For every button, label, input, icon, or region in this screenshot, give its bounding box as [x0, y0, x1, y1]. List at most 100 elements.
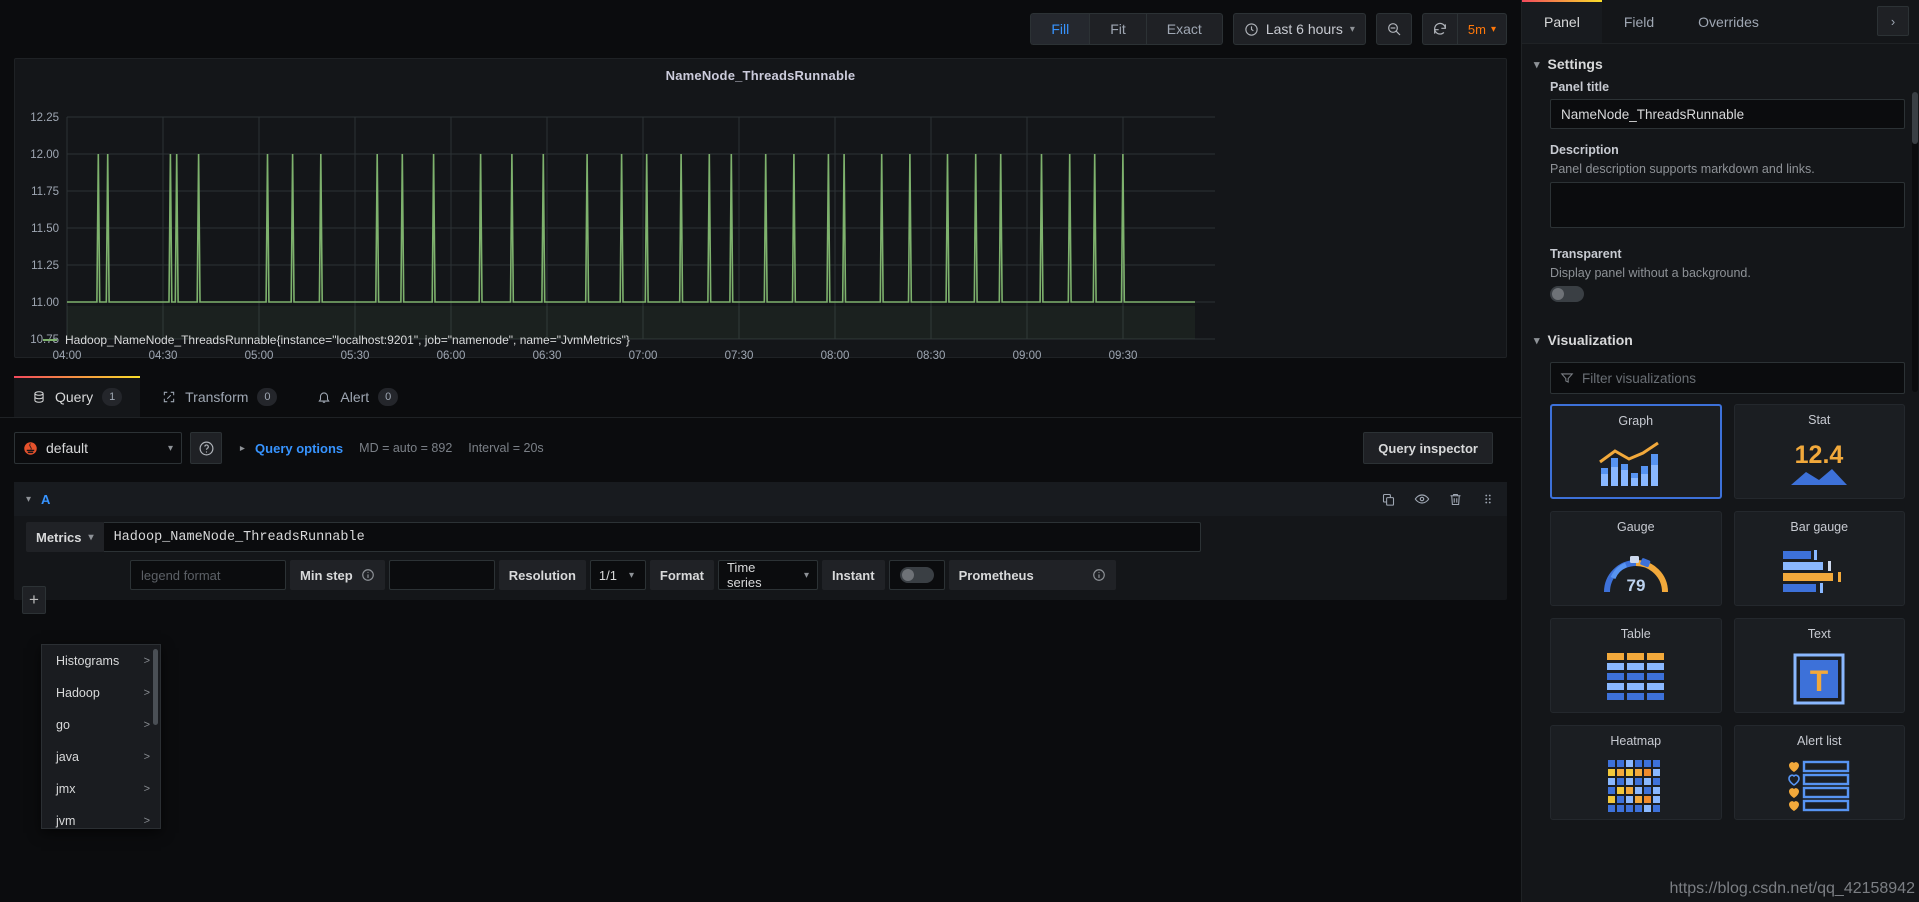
viz-card-alert-list-label: Alert list — [1797, 734, 1842, 748]
plot-area[interactable]: 12.25 12.00 11.75 11.50 11.25 11.00 10.7… — [15, 87, 1506, 362]
visualization-filter[interactable] — [1550, 362, 1905, 394]
panel-title-input[interactable] — [1550, 99, 1905, 129]
tab-overrides[interactable]: Overrides — [1676, 0, 1781, 43]
menu-item-java[interactable]: java > — [42, 741, 160, 773]
resolution-select[interactable]: 1/1 ▾ — [589, 560, 646, 590]
metric-expression-input[interactable] — [103, 522, 1201, 552]
time-range-picker[interactable]: Last 6 hours ▾ — [1232, 13, 1366, 45]
menu-item-hadoop[interactable]: Hadoop > — [42, 677, 160, 709]
visualization-section-header[interactable]: ▾ Visualization — [1522, 320, 1919, 356]
viz-card-table[interactable]: Table — [1550, 618, 1722, 713]
datasource-picker[interactable]: default ▾ — [14, 432, 182, 464]
tab-overrides-label: Overrides — [1698, 13, 1759, 30]
chevron-right-icon: > — [143, 719, 150, 731]
instant-toggle-wrapper[interactable] — [888, 560, 945, 590]
legend-label: Hadoop_NameNode_ThreadsRunnable{instance… — [65, 333, 630, 347]
svg-text:11.25: 11.25 — [31, 260, 59, 272]
min-step-label: Min step — [290, 560, 385, 590]
transform-icon — [162, 390, 176, 404]
add-query-label: + — [29, 590, 39, 609]
query-options-toggle[interactable]: ▾ Query options — [237, 441, 343, 456]
metrics-row: Metrics ▾ — [14, 516, 1507, 552]
stat-art-value: 12.4 — [1795, 441, 1844, 469]
svg-text:06:00: 06:00 — [437, 350, 466, 359]
viz-card-gauge[interactable]: Gauge 79 — [1550, 511, 1722, 606]
filter-icon — [1560, 371, 1574, 385]
add-query-button[interactable]: + — [22, 586, 46, 614]
metrics-dropdown-menu[interactable]: Histograms > Hadoop > go > java > jmx > … — [41, 644, 161, 829]
tab-field[interactable]: Field — [1602, 0, 1676, 43]
refresh-button[interactable] — [1421, 13, 1457, 45]
database-icon — [32, 390, 46, 404]
menu-item-jmx-label: jmx — [56, 782, 76, 796]
fit-mode-fill-label: Fill — [1051, 21, 1070, 37]
transparent-toggle[interactable] — [1550, 286, 1584, 302]
menu-item-histograms[interactable]: Histograms > — [42, 645, 160, 677]
chevron-right-icon: > — [143, 655, 150, 667]
format-text: Format — [659, 567, 704, 583]
viz-card-text[interactable]: Text T — [1733, 618, 1905, 713]
chevron-down-icon: ▾ — [1534, 58, 1540, 71]
tab-alert[interactable]: Alert 0 — [299, 376, 416, 417]
refresh-interval-label: 5m — [1467, 21, 1486, 37]
min-step-text: Min step — [300, 567, 353, 583]
menu-item-jmx[interactable]: jmx > — [42, 773, 160, 805]
zoom-out-button[interactable] — [1375, 13, 1412, 45]
format-select[interactable]: Time series ▾ — [717, 560, 818, 590]
tab-panel[interactable]: Panel — [1522, 0, 1602, 43]
viz-card-graph[interactable]: Graph — [1550, 404, 1722, 499]
viz-card-alert-list[interactable]: Alert list — [1733, 725, 1905, 820]
chevron-right-icon: > — [143, 783, 150, 795]
datasource-row: default ▾ ▾ Query options MD = auto = 89… — [0, 418, 1521, 464]
menu-item-jvm[interactable]: jvm > — [42, 805, 160, 828]
fit-mode-exact[interactable]: Exact — [1145, 13, 1223, 45]
description-textarea[interactable] — [1550, 182, 1905, 228]
menu-item-go[interactable]: go > — [42, 709, 160, 741]
tab-query[interactable]: Query 1 — [14, 376, 141, 417]
metrics-dropdown-button[interactable]: Metrics ▾ — [26, 522, 104, 552]
tab-transform-badge: 0 — [257, 387, 278, 406]
text-art-value: T — [1810, 665, 1828, 698]
fit-mode-fit[interactable]: Fit — [1089, 13, 1146, 45]
panel-title: NameNode_ThreadsRunnable — [665, 68, 856, 83]
settings-section-header[interactable]: ▾ Settings — [1522, 44, 1919, 80]
drag-handle-icon[interactable] — [1481, 492, 1495, 506]
min-step-input[interactable] — [388, 560, 495, 590]
alert-list-art-icon — [1788, 752, 1850, 819]
query-datasource-label: Prometheus — [948, 560, 1116, 590]
chevron-down-icon[interactable]: ▾ — [26, 494, 31, 505]
viz-card-bar-gauge[interactable]: Bar gauge — [1733, 511, 1905, 606]
fit-mode-exact-label: Exact — [1166, 21, 1202, 37]
options-scrollbar-thumb[interactable] — [1912, 92, 1918, 144]
viz-card-stat-label: Stat — [1808, 413, 1831, 427]
options-body: ▾ Settings Panel title Description Panel… — [1522, 44, 1919, 902]
query-ref-id[interactable]: A — [41, 492, 50, 507]
chevron-right-icon: > — [143, 687, 150, 699]
legend-format-input[interactable] — [130, 560, 286, 590]
text-art-icon: T — [1793, 645, 1845, 712]
menu-scrollbar[interactable] — [153, 649, 158, 725]
trash-icon[interactable] — [1448, 492, 1463, 507]
collapse-options-button[interactable]: › — [1877, 6, 1909, 36]
eye-icon[interactable] — [1414, 491, 1430, 507]
viz-card-stat[interactable]: Stat 12.4 — [1733, 404, 1905, 499]
refresh-interval-picker[interactable]: 5m ▾ — [1456, 13, 1507, 45]
transparent-field: Transparent Display panel without a back… — [1522, 247, 1919, 302]
query-inspector-button[interactable]: Query inspector — [1363, 432, 1493, 464]
svg-text:12.00: 12.00 — [30, 149, 59, 161]
fit-mode-fill[interactable]: Fill — [1030, 13, 1090, 45]
tab-transform[interactable]: Transform 0 — [144, 376, 295, 417]
instant-text: Instant — [831, 567, 875, 583]
copy-icon[interactable] — [1381, 492, 1396, 507]
panel-legend[interactable]: Hadoop_NameNode_ThreadsRunnable{instance… — [43, 333, 630, 347]
datasource-help-button[interactable] — [190, 432, 222, 464]
instant-toggle[interactable] — [899, 567, 934, 583]
visualization-filter-input[interactable] — [1582, 370, 1895, 386]
refresh-group: 5m ▾ — [1421, 13, 1507, 45]
svg-text:06:30: 06:30 — [533, 350, 562, 359]
svg-text:05:30: 05:30 — [341, 350, 370, 359]
chevron-down-icon: ▾ — [167, 442, 173, 454]
viz-card-heatmap[interactable]: Heatmap — [1550, 725, 1722, 820]
graph-panel: NameNode_ThreadsRunnable 12.25 12.00 11.… — [14, 58, 1507, 362]
graph-svg: 12.25 12.00 11.75 11.50 11.25 11.00 10.7… — [30, 112, 1215, 362]
